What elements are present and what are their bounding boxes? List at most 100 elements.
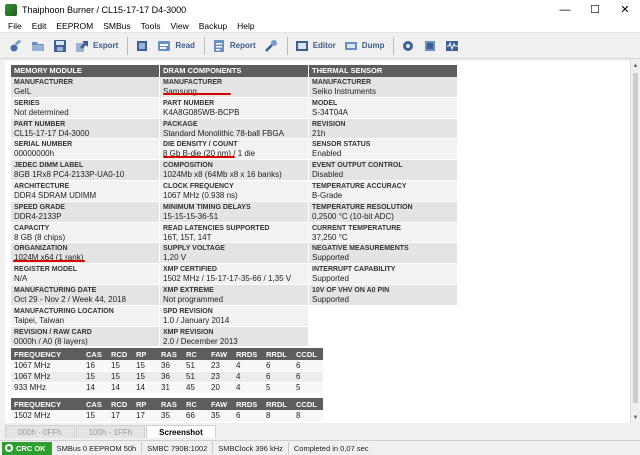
info-row: PACKAGE Standard Monolithic 78-ball FBGA: [160, 118, 308, 140]
menu-edit[interactable]: Edit: [27, 21, 52, 31]
table-cell: 15: [133, 360, 158, 372]
info-value: 8 GB (8 chips): [14, 232, 66, 242]
dump-button[interactable]: Dump: [341, 36, 388, 56]
table-cell: 4: [233, 371, 263, 383]
table-cell: 15: [133, 371, 158, 383]
column-header: RCD: [108, 398, 133, 410]
menu-eeprom[interactable]: EEPROM: [51, 21, 98, 31]
menu-file[interactable]: File: [3, 21, 27, 31]
table-cell: 1502 MHz: [11, 410, 83, 422]
info-row: SUPPLY VOLTAGE 1,20 V: [160, 243, 308, 265]
info-row: CLOCK FREQUENCY 1067 MHz (0.938 ns): [160, 180, 308, 202]
column-header: FREQUENCY: [11, 348, 83, 360]
crc-status-text: CRC OK: [16, 443, 46, 453]
table-cell: 15: [83, 371, 108, 383]
info-value: Seiko Instruments: [312, 87, 377, 96]
minimize-button[interactable]: —: [550, 0, 580, 19]
info-row: MANUFACTURER GeIL: [11, 77, 159, 98]
column-header: RCD: [108, 348, 133, 360]
info-value: 0,2500 °C (10-bit ADC): [312, 211, 394, 221]
menu-smbus[interactable]: SMBus: [98, 21, 135, 31]
menu-help[interactable]: Help: [232, 21, 259, 31]
scrollbar-thumb[interactable]: [633, 73, 638, 403]
scroll-down-icon[interactable]: ▼: [631, 413, 640, 423]
monitor-button[interactable]: [442, 36, 462, 56]
info-value: Taipei, Taiwan: [14, 315, 65, 325]
menu-tools[interactable]: Tools: [136, 21, 166, 31]
options-button[interactable]: [398, 36, 418, 56]
info-value: DDR4-2133P: [14, 211, 62, 221]
scroll-up-icon[interactable]: ▲: [631, 61, 640, 71]
read-label: Read: [175, 41, 195, 50]
table-cell: 17: [133, 410, 158, 422]
report-button[interactable]: Report: [209, 36, 259, 56]
info-value: 1502 MHz / 15-17-17-35-66 / 1,35 V: [163, 274, 292, 284]
wrench-icon: [264, 39, 277, 52]
info-label: MODEL: [312, 99, 338, 107]
info-label: REGISTER MODEL: [14, 266, 78, 274]
open-button[interactable]: [28, 36, 48, 56]
table-cell: 14: [83, 382, 108, 394]
tab-bar: 000h - 0FFh 100h - 1FFh Screenshot: [5, 424, 630, 438]
read-button[interactable]: Read: [154, 36, 198, 56]
settings-button[interactable]: [6, 36, 26, 56]
tab-screenshot[interactable]: Screenshot: [146, 425, 216, 438]
table-cell: 23: [208, 371, 233, 383]
waveform-icon: [446, 40, 459, 51]
tab-100h-1ffh[interactable]: 100h - 1FFh: [75, 425, 146, 438]
info-label: 10V OF VHV ON A0 PIN: [312, 286, 390, 294]
tab-000h-0ffh[interactable]: 000h - 0FFh: [5, 425, 75, 438]
info-label: READ LATENCIES SUPPORTED: [163, 224, 270, 232]
dump-label: Dump: [361, 41, 385, 50]
editor-button[interactable]: Editor: [292, 36, 339, 56]
table-cell: 933 MHz: [11, 382, 83, 394]
info-label: SPD REVISION: [163, 307, 213, 315]
info-label: DIE DENSITY / COUNT: [163, 141, 238, 149]
info-value: Enabled: [312, 149, 342, 159]
menu-backup[interactable]: Backup: [194, 21, 232, 31]
device-button[interactable]: [420, 36, 440, 56]
die-density-underline: [163, 156, 235, 158]
table-cell: 8: [263, 410, 293, 422]
menu-bar: File Edit EEPROM SMBus Tools View Backup…: [0, 19, 640, 33]
info-row: SPD REVISION 1.0 / January 2014: [160, 305, 308, 327]
info-value: 0000h / A0 (8 layers): [14, 336, 88, 346]
chip-button[interactable]: [132, 36, 152, 56]
info-row: REVISION 21h: [309, 118, 457, 140]
save-button[interactable]: [50, 36, 70, 56]
info-row: TEMPERATURE ACCURACY B-Grade: [309, 180, 457, 202]
column-header: RP: [133, 348, 158, 360]
info-label: MANUFACTURER: [163, 79, 223, 86]
vertical-scrollbar[interactable]: ▲ ▼: [630, 61, 640, 423]
maximize-button[interactable]: ☐: [580, 0, 610, 19]
info-value: B-Grade: [312, 190, 343, 200]
close-button[interactable]: ✕: [610, 0, 640, 19]
export-button[interactable]: Export: [72, 36, 121, 56]
column-header: FAW: [208, 348, 233, 360]
memory-chip-icon: [137, 40, 148, 51]
tools-button[interactable]: [261, 36, 281, 56]
completed-status: Completed in 0,07 sec: [293, 443, 369, 453]
info-row: 10V OF VHV ON A0 PIN Supported: [309, 284, 457, 306]
info-label: MANUFACTURER: [14, 79, 74, 86]
table-cell: 20: [208, 382, 233, 394]
floppy-disk-icon: [54, 39, 66, 52]
table-cell: 15: [83, 410, 108, 422]
info-row: PART NUMBER CL15-17-17 D4-3000: [11, 118, 159, 140]
column-header: RRDS: [233, 348, 263, 360]
info-value: 37,250 °C: [312, 232, 348, 242]
info-row: COMPOSITION 1024Mb x8 (64Mb x8 x 16 banks…: [160, 160, 308, 181]
info-value: DDR4 SDRAM UDIMM: [14, 190, 97, 200]
info-value: 21h: [312, 128, 326, 138]
smbc-status: SMBC 790B:1002: [142, 442, 214, 454]
export-icon: [76, 40, 88, 52]
info-value: 00000000h: [14, 149, 55, 159]
column-header: RRDL: [263, 348, 293, 360]
toolbar-separator: [203, 36, 205, 55]
info-row: READ LATENCIES SUPPORTED 16T, 15T, 14T: [160, 222, 308, 244]
menu-view[interactable]: View: [165, 21, 193, 31]
export-label: Export: [93, 41, 119, 50]
table-cell: 31: [158, 382, 183, 394]
info-value: K4A8G085WB-BCPB: [163, 107, 240, 117]
table-cell: 6: [263, 371, 293, 383]
